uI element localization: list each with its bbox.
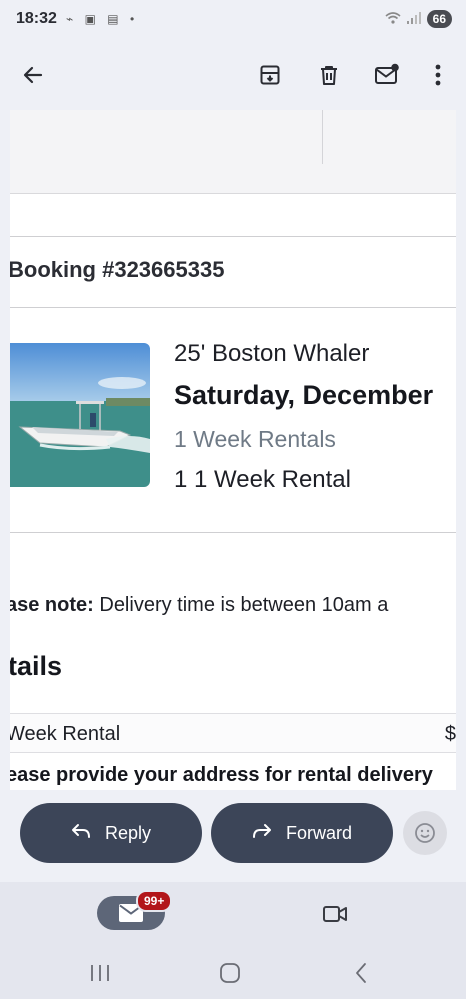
- table-row: Week Rental $: [10, 713, 456, 753]
- screenshot-icon: ▣: [84, 12, 100, 26]
- status-bar: 18:32 ⌁ ▣ ▤ • 66: [0, 0, 466, 40]
- delivery-note: ase note: Delivery time is between 10am …: [10, 594, 388, 617]
- calendar-icon: ▤: [107, 12, 123, 26]
- email-body[interactable]: Booking #323665335 25' Boston Whaler Sat…: [10, 110, 456, 790]
- booking-date: Saturday, December: [174, 380, 434, 410]
- more-vert-icon[interactable]: [418, 55, 458, 95]
- reply-icon: [71, 823, 91, 844]
- unread-badge: 99+: [136, 890, 173, 912]
- rental-type: 1 Week Rentals: [174, 426, 336, 452]
- email-header-box: [10, 110, 456, 194]
- note-label: ase note:: [10, 594, 94, 616]
- divider: [10, 236, 456, 237]
- boat-name: 25' Boston Whaler: [174, 340, 370, 367]
- signal-icon: [406, 11, 421, 27]
- line-item-price: $: [444, 723, 456, 745]
- system-navigation-bar: [0, 952, 466, 992]
- recent-apps-icon[interactable]: [85, 958, 115, 988]
- wifi-icon: [385, 11, 401, 28]
- video-camera-icon: [323, 906, 347, 922]
- address-note: ease provide your address for rental del…: [10, 764, 433, 786]
- line-item-name: Week Rental: [10, 723, 121, 745]
- forward-button[interactable]: Forward: [211, 803, 393, 863]
- bottom-navigation: 99+: [0, 882, 466, 999]
- booking-title: Booking #323665335: [10, 257, 225, 282]
- battery-icon: 66: [426, 10, 452, 28]
- dot-icon: •: [129, 12, 139, 26]
- back-arrow-icon[interactable]: [13, 55, 53, 95]
- divider: [10, 532, 456, 533]
- mark-unread-icon[interactable]: [367, 55, 407, 95]
- notification-icons: ⌁ ▣ ▤ •: [66, 12, 138, 26]
- rental-quantity: 1 1 Week Rental: [174, 466, 351, 493]
- forward-label: Forward: [285, 822, 352, 843]
- archive-icon[interactable]: [250, 55, 290, 95]
- status-time: 18:32: [16, 10, 57, 27]
- system-status: 66: [385, 10, 452, 28]
- home-icon[interactable]: [215, 958, 245, 988]
- forward-icon: [252, 823, 272, 844]
- voicemail-icon: ⌁: [66, 12, 78, 26]
- delete-icon[interactable]: [309, 55, 349, 95]
- emoji-reaction-button[interactable]: [403, 811, 447, 855]
- divider: [322, 110, 323, 164]
- boat-image[interactable]: [10, 343, 150, 487]
- details-heading: tails: [10, 651, 63, 681]
- system-back-icon[interactable]: [346, 958, 376, 988]
- reply-button[interactable]: Reply: [20, 803, 202, 863]
- meet-tab[interactable]: [320, 899, 350, 929]
- smiley-icon: [415, 823, 435, 843]
- reply-label: Reply: [104, 822, 152, 843]
- reply-actions: Reply Forward: [0, 790, 466, 882]
- divider: [10, 307, 456, 308]
- note-text: Delivery time is between 10am a: [93, 594, 389, 616]
- top-app-bar: [0, 40, 466, 110]
